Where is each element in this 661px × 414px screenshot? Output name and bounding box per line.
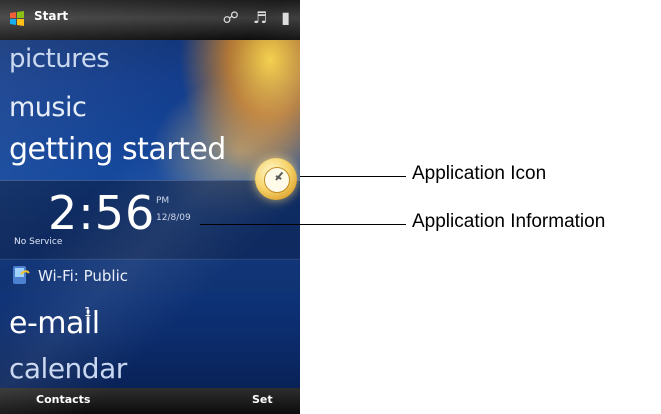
wifi-icon <box>13 266 30 284</box>
wifi-label[interactable]: Wi-Fi: Public <box>38 267 128 285</box>
menu-item-music[interactable]: music <box>9 92 87 123</box>
title-bar: Start ☍ ♬ ▮ <box>0 0 300 40</box>
connectivity-icon[interactable]: ☍ <box>223 8 239 27</box>
clock-ampm: PM <box>156 196 170 206</box>
menu-item-pictures[interactable]: pictures <box>9 44 110 74</box>
callout-app-icon: Application Icon <box>412 163 547 184</box>
callout-line-app-info <box>200 224 406 225</box>
menu-item-calendar[interactable]: calendar <box>9 352 127 385</box>
email-unread-count: 1 <box>84 305 92 319</box>
battery-icon[interactable]: ▮ <box>281 8 290 27</box>
phone-screen: Start ☍ ♬ ▮ pictures music getting start… <box>0 0 300 414</box>
clock-time: 2:56 <box>48 186 156 240</box>
softkey-set[interactable]: Set <box>252 393 273 406</box>
callout-app-info: Application Information <box>412 211 606 232</box>
callout-line-app-icon <box>300 176 406 177</box>
windows-start-icon[interactable] <box>8 10 26 28</box>
carrier-status: No Service <box>14 237 63 247</box>
start-label[interactable]: Start <box>34 9 68 23</box>
softkey-contacts[interactable]: Contacts <box>36 393 90 406</box>
status-icons: ☍ ♬ ▮ <box>223 8 290 27</box>
menu-item-getting-started[interactable]: getting started <box>9 132 226 167</box>
volume-icon[interactable]: ♬ <box>253 8 267 27</box>
clock-date: 12/8/09 <box>156 213 191 223</box>
clock-app-icon[interactable] <box>255 158 297 200</box>
